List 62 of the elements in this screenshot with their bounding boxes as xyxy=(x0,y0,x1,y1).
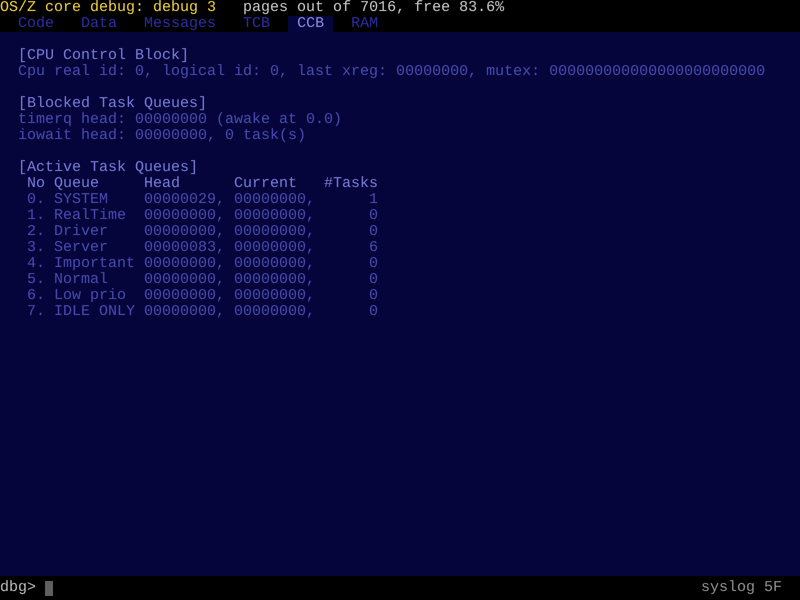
command-prompt: dbg> xyxy=(0,580,36,596)
text-cursor[interactable] xyxy=(45,580,54,596)
table-cell-text: 1 xyxy=(368,192,378,208)
section-heading: [Active Task Queues] xyxy=(18,160,200,176)
table-cell-text: 00000000, xyxy=(234,288,316,304)
memory-status: pages out of 7016, free 83.6% xyxy=(243,0,504,16)
table-cell-text: 00000000, xyxy=(144,304,226,320)
tab[interactable]: CCB xyxy=(288,16,334,32)
tab[interactable]: Code xyxy=(9,16,64,32)
table-cell-text: 00000000, xyxy=(144,208,226,224)
column-header: Queue xyxy=(54,176,100,192)
info-line: timerq head: 00000000 (awake at 0.0) xyxy=(18,112,344,128)
info-line: Cpu real id: 0, logical id: 0, last xreg: 00000000, mutex: 000000000000000000000000 xyxy=(18,64,766,80)
table-cell-text: IDLE ONLY xyxy=(54,304,136,320)
table-cell-text: Normal xyxy=(54,272,110,288)
table-cell-text: Driver xyxy=(54,224,110,240)
table-cell-text: SYSTEM xyxy=(54,192,110,208)
table-cell-text: 00000000, xyxy=(144,272,226,288)
table-cell-text: 4. xyxy=(27,256,46,272)
syslog-label: syslog 5F xyxy=(700,580,782,596)
table-cell-text: Server xyxy=(54,240,110,256)
table-cell-text: 00000000, xyxy=(234,240,316,256)
section-heading: [CPU Control Block] xyxy=(18,48,190,64)
table-cell-text: 00000000, xyxy=(234,192,316,208)
table-cell-text: Low prio xyxy=(54,288,128,304)
table-cell-text: 00000000, xyxy=(234,304,316,320)
info-line: iowait head: 00000000, 0 task(s) xyxy=(18,128,308,144)
table-cell-text: 00000000, xyxy=(144,224,226,240)
table-cell-text: 00000000, xyxy=(144,288,226,304)
table-cell-text: 0 xyxy=(368,304,378,320)
column-header: #Tasks xyxy=(324,176,378,192)
table-cell-text: 0 xyxy=(368,256,378,272)
table-cell-text: 00000000, xyxy=(144,256,226,272)
table-cell-text: 0 xyxy=(368,224,378,240)
table-cell-text: 6. xyxy=(27,288,46,304)
table-cell-text: Important xyxy=(54,256,136,272)
column-header: Head xyxy=(144,176,182,192)
table-cell-text: 00000029, xyxy=(144,192,226,208)
table-cell-text: 5. xyxy=(27,272,46,288)
table-cell-text: 0. xyxy=(27,192,46,208)
tab[interactable]: TCB xyxy=(234,16,280,32)
table-cell-text: 0 xyxy=(368,272,378,288)
table-cell-text: 2. xyxy=(27,224,46,240)
table-cell-text: 00000000, xyxy=(234,272,316,288)
table-cell-text: 00000000, xyxy=(234,224,316,240)
table-cell-text: 0 xyxy=(368,288,378,304)
tab[interactable]: RAM xyxy=(342,16,388,32)
table-cell-text: 0 xyxy=(368,208,378,224)
table-cell-text: 00000000, xyxy=(234,256,316,272)
table-cell-text: 1. xyxy=(27,208,46,224)
table-cell-text: 00000000, xyxy=(234,208,316,224)
tab[interactable]: Messages xyxy=(135,16,226,32)
table-cell-text: 6 xyxy=(368,240,378,256)
section-heading: [Blocked Task Queues] xyxy=(18,96,208,112)
table-cell-text: 00000083, xyxy=(144,240,226,256)
table-cell-text: 7. xyxy=(27,304,46,320)
app-title: OS/Z core debug: debug 3 xyxy=(0,0,216,16)
tab[interactable]: Data xyxy=(72,16,126,32)
table-cell-text: RealTime xyxy=(54,208,128,224)
column-header: No xyxy=(27,176,46,192)
column-header: Current xyxy=(234,176,298,192)
table-cell-text: 3. xyxy=(27,240,46,256)
